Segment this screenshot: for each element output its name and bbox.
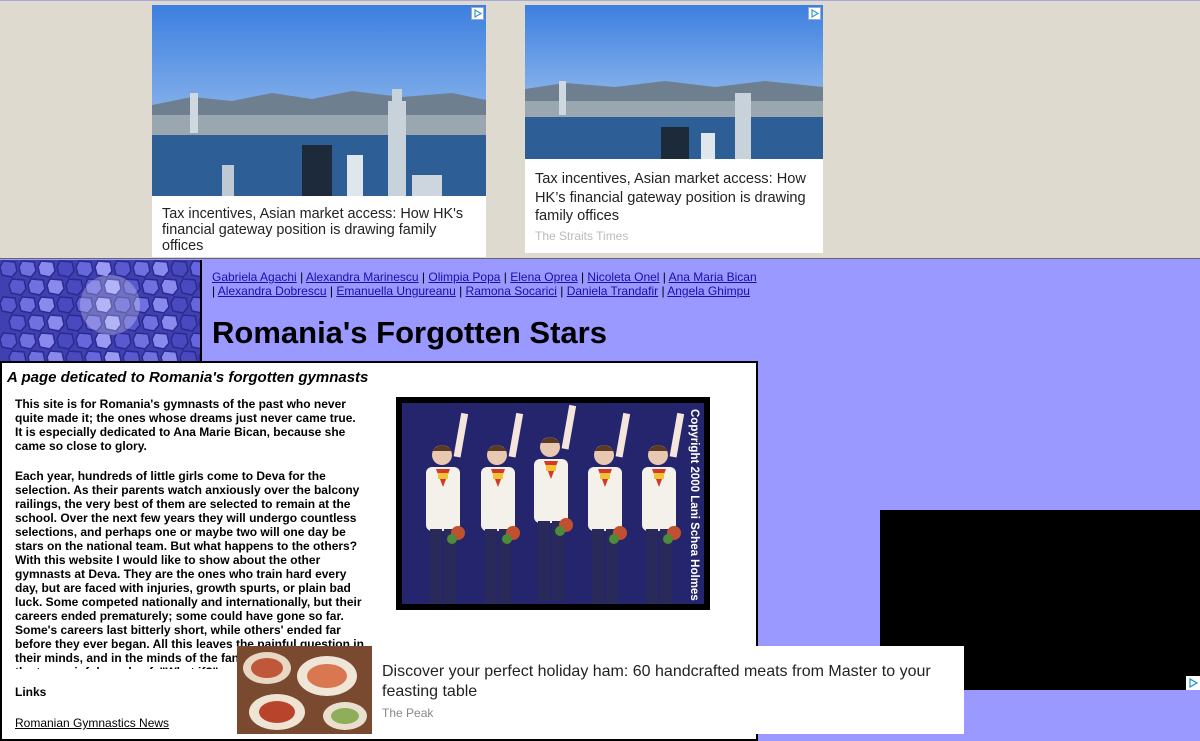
gymnast-link[interactable]: Daniela Trandafir [567,284,658,298]
link-separator: | [326,284,337,298]
link-separator: | [418,270,429,284]
adchoices-icon[interactable] [1186,676,1200,690]
link-separator: | [455,284,466,298]
gymnast-link[interactable]: Alexandra Marinescu [306,270,419,284]
body-paragraph: Each year, hundreds of little girls come… [15,469,364,669]
ad-headline[interactable]: Discover your perfect holiday ham: 60 ha… [382,662,957,702]
link-separator: | [296,270,306,284]
ad-headline[interactable]: Tax incentives, Asian market access: How… [162,206,478,254]
ad-card-top-left[interactable]: Tax incentives, Asian market access: How… [152,5,486,257]
gymnast-link[interactable]: Ramona Socarici [466,284,557,298]
adchoices-icon[interactable] [808,7,821,20]
page-subtitle: A page deticated to Romania's forgotten … [7,369,369,386]
intro-paragraph: This site is for Romania's gymnasts of t… [15,397,356,453]
link-separator: | [659,270,669,284]
links-heading: Links [15,685,47,699]
photo-copyright: Copyright 2000 Lani Schea Holmes [688,409,700,601]
gymnast-link[interactable]: Ana Maria Bican [669,270,757,284]
gymnast-link[interactable]: Nicoleta Onel [587,270,659,284]
ad-source: The Peak [382,706,434,720]
ad-headline[interactable]: Tax incentives, Asian market access: How… [535,170,815,226]
gymnasts-photo: Copyright 2000 Lani Schea Holmes [396,397,710,610]
gymnast-link[interactable]: Alexandra Dobrescu [218,284,327,298]
link-separator: | [577,270,588,284]
ad-source: The Straits Times [535,229,629,243]
top-border [0,0,1200,1]
ad-card-top-right[interactable]: Tax incentives, Asian market access: How… [525,5,823,253]
gymnasts-photo-image: Copyright 2000 Lani Schea Holmes [402,403,704,604]
mosaic-banner [0,260,202,363]
gymnast-link[interactable]: Olimpia Popa [428,270,500,284]
page-title: Romania's Forgotten Stars [212,315,607,350]
adchoices-icon[interactable] [471,7,484,20]
link-separator: | [658,284,668,298]
link-separator: | [556,284,567,298]
gymnast-link[interactable]: Elena Oprea [510,270,577,284]
gymnast-link[interactable]: Emanuella Ungureanu [336,284,455,298]
link-separator: | [500,270,511,284]
romanian-gymnastics-news-link[interactable]: Romanian Gymnastics News [15,716,169,730]
ad-card-bottom[interactable]: Discover your perfect holiday ham: 60 ha… [237,646,964,734]
gymnast-links-nav: Gabriela Agachi | Alexandra Marinescu | … [212,270,757,298]
gymnast-link[interactable]: Gabriela Agachi [212,270,297,284]
gymnast-link[interactable]: Angela Ghimpu [667,284,750,298]
ad-skyline-image [525,5,823,159]
ad-skyline-image [152,5,486,196]
ad-food-image [237,646,372,734]
